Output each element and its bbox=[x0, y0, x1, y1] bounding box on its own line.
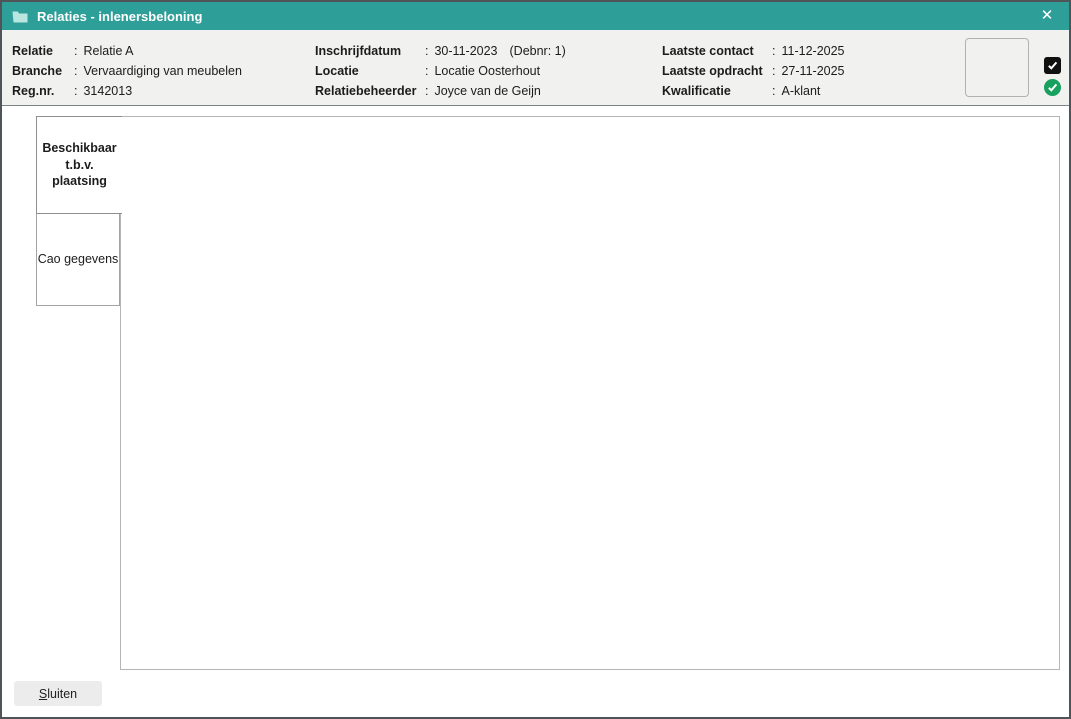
tab-beschikbaar-tbv-plaatsing[interactable]: Beschikbaar t.b.v. plaatsing bbox=[36, 116, 122, 214]
field-value: 30-11-2023 bbox=[434, 44, 497, 58]
relation-photo-placeholder bbox=[965, 38, 1029, 97]
relation-header: Relatie:Relatie A Branche:Vervaardiging … bbox=[2, 30, 1069, 106]
tab-cao-gegevens[interactable]: Cao gegevens bbox=[36, 213, 120, 306]
field-value: Relatie A bbox=[83, 44, 133, 58]
debnr-value: (Debnr: 1) bbox=[510, 44, 566, 58]
field-label: Laatste opdracht bbox=[662, 64, 772, 78]
close-icon[interactable]: ✕ bbox=[1035, 2, 1059, 30]
separator: : bbox=[74, 44, 83, 58]
field-label: Branche bbox=[12, 64, 74, 78]
field-label: Inschrijfdatum bbox=[315, 44, 425, 58]
header-column-3: Laatste contact:11-12-2025 Laatste opdra… bbox=[662, 41, 845, 101]
field-value: Vervaardiging van meubelen bbox=[83, 64, 241, 78]
separator: : bbox=[425, 64, 434, 78]
checked-checkbox-icon[interactable] bbox=[1044, 57, 1061, 74]
field-value: Joyce van de Geijn bbox=[434, 84, 540, 98]
separator: : bbox=[74, 64, 83, 78]
field-label: Laatste contact bbox=[662, 44, 772, 58]
green-check-icon[interactable] bbox=[1044, 79, 1061, 96]
beschikbaar-panel bbox=[120, 116, 1060, 670]
relaties-window: Relaties - inlenersbeloning ✕ Relatie:Re… bbox=[0, 0, 1071, 719]
field-label: Relatiebeheerder bbox=[315, 84, 425, 98]
field-value: 11-12-2025 bbox=[781, 44, 844, 58]
field-label: Reg.nr. bbox=[12, 84, 74, 98]
separator: : bbox=[772, 44, 781, 58]
field-value: 3142013 bbox=[83, 84, 132, 98]
field-value: Locatie Oosterhout bbox=[434, 64, 540, 78]
separator: : bbox=[74, 84, 83, 98]
separator: : bbox=[425, 84, 434, 98]
header-column-1: Relatie:Relatie A Branche:Vervaardiging … bbox=[12, 41, 242, 101]
sluiten-button[interactable]: Sluiten bbox=[14, 681, 102, 706]
window-title: Relaties - inlenersbeloning bbox=[37, 9, 202, 24]
separator: : bbox=[772, 64, 781, 78]
field-label: Locatie bbox=[315, 64, 425, 78]
field-label: Kwalificatie bbox=[662, 84, 772, 98]
header-column-2: Inschrijfdatum:30-11-2023(Debnr: 1) Loca… bbox=[315, 41, 566, 101]
separator: : bbox=[425, 44, 434, 58]
separator: : bbox=[772, 84, 781, 98]
title-bar: Relaties - inlenersbeloning ✕ bbox=[2, 2, 1069, 30]
field-value: A-klant bbox=[781, 84, 820, 98]
folder-icon bbox=[12, 10, 28, 23]
field-value: 27-11-2025 bbox=[781, 64, 844, 78]
field-label: Relatie bbox=[12, 44, 74, 58]
